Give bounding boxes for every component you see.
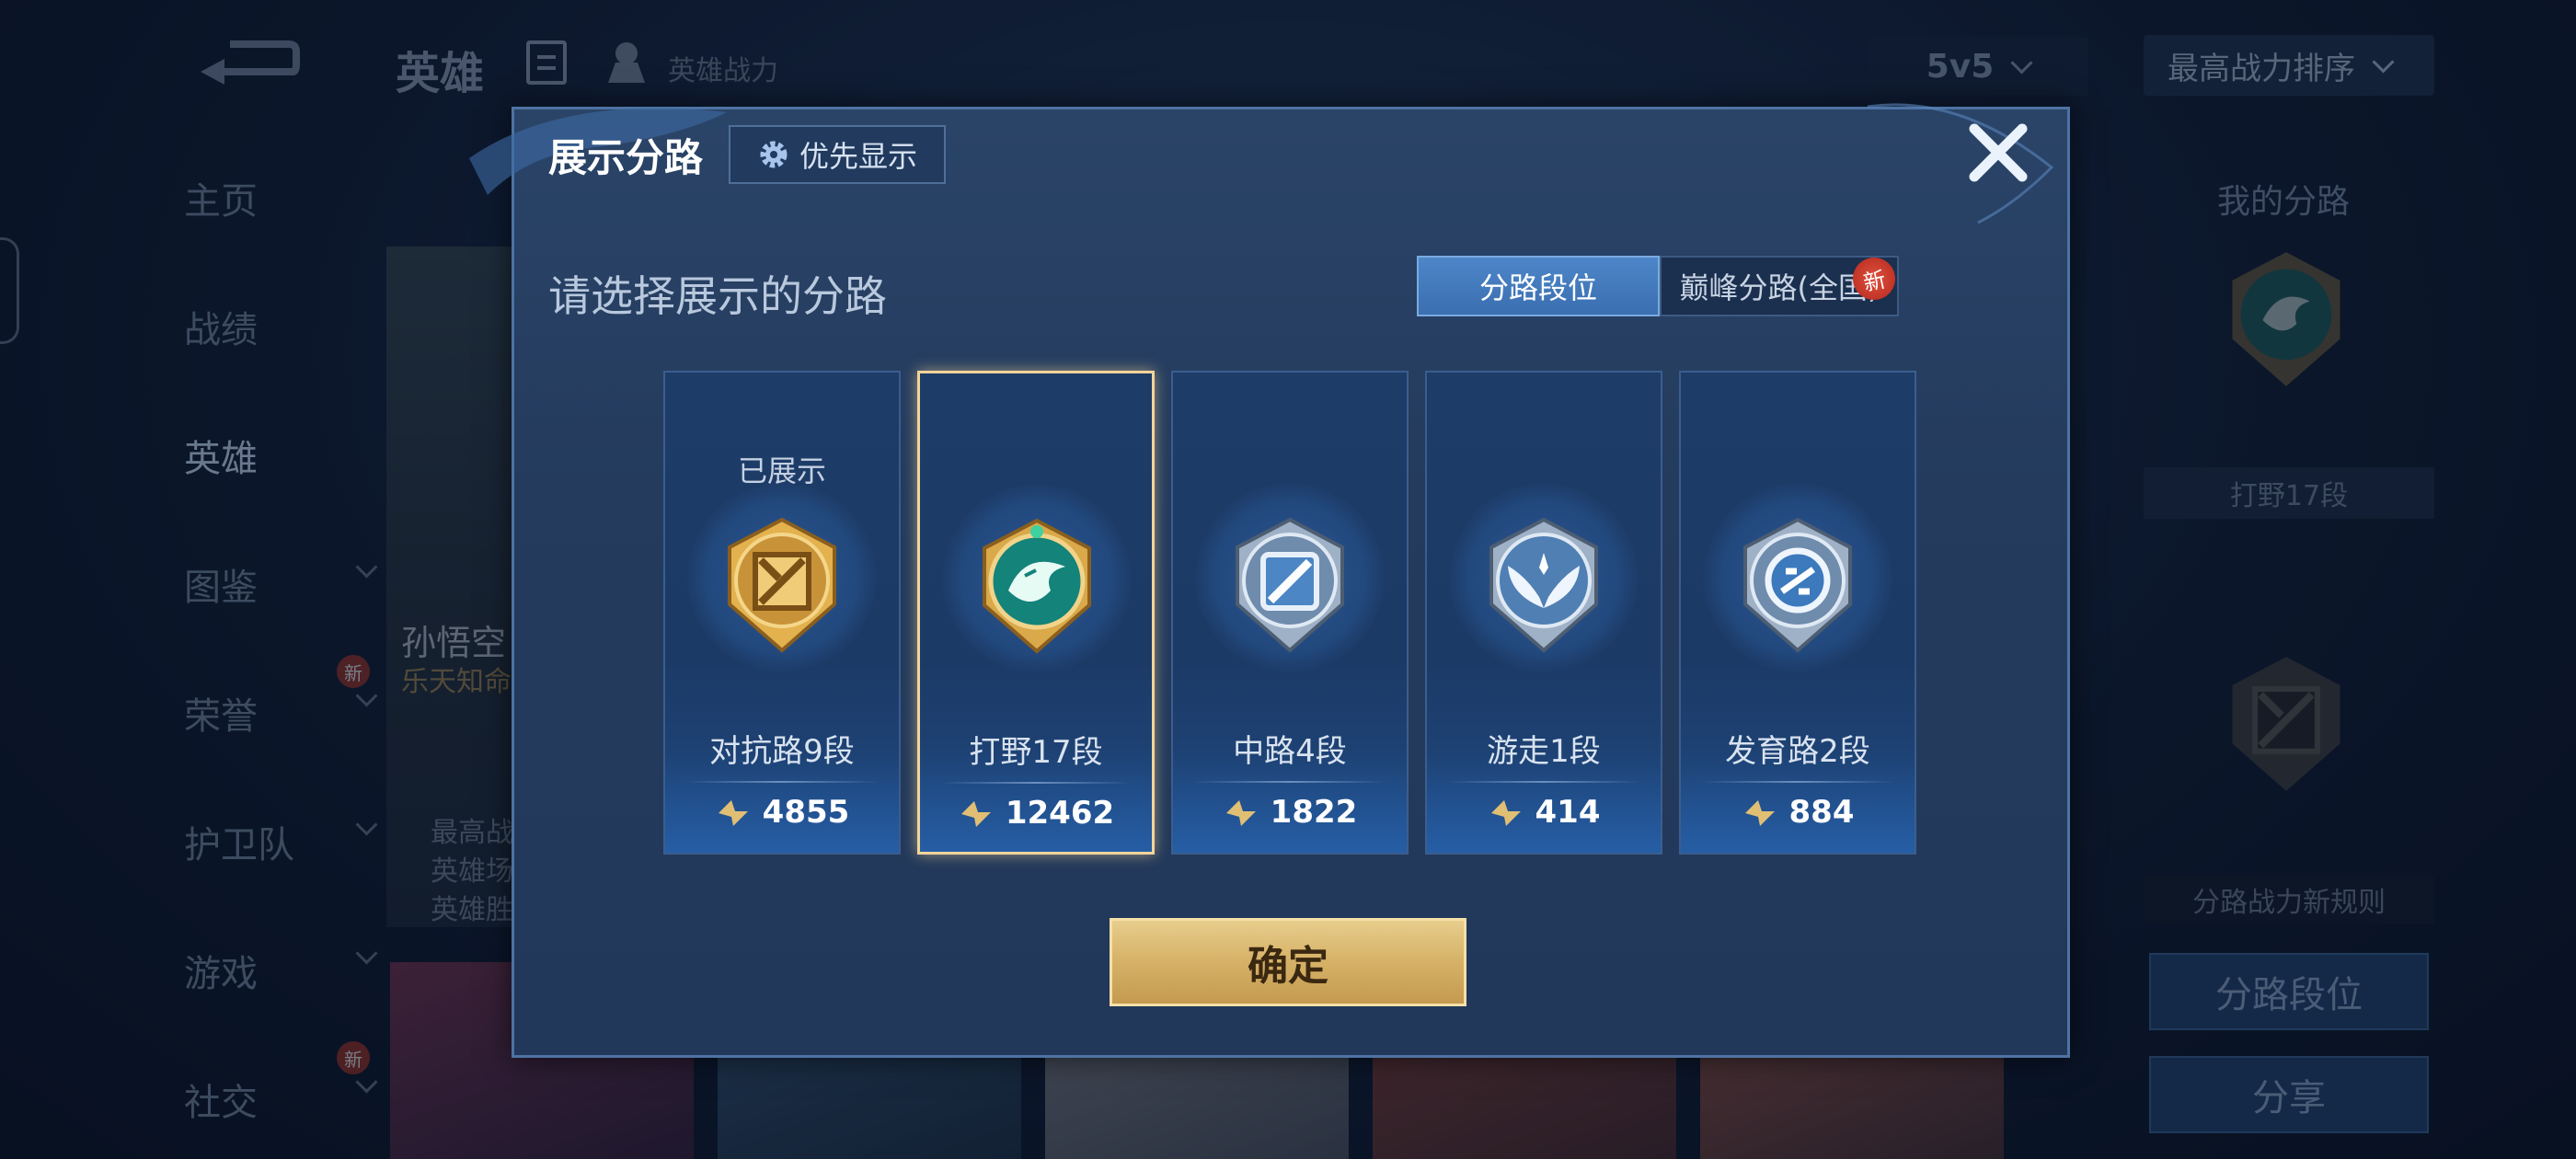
divider: [1193, 781, 1386, 783]
lane-power: 414: [1427, 794, 1661, 831]
dialog-subtitle: 请选择展示的分路: [548, 271, 887, 321]
lane-card-jungle[interactable]: 打野17段 12462: [917, 371, 1155, 855]
close-icon: [1969, 123, 2028, 182]
lane-power: 884: [1681, 794, 1915, 831]
power-icon: [960, 801, 991, 827]
lane-name: 中路4段: [1233, 733, 1347, 770]
close-button[interactable]: [1963, 118, 2033, 188]
farm-lane-emblem-icon: [1743, 517, 1852, 653]
priority-display-button[interactable]: 优先显示: [729, 125, 946, 184]
lane-power: 12462: [920, 795, 1152, 832]
divider: [1447, 781, 1640, 783]
lane-name: 游走1段: [1487, 733, 1601, 770]
priority-display-label: 优先显示: [799, 139, 917, 174]
divider: [1701, 781, 1894, 783]
lane-power-value: 4855: [762, 794, 850, 831]
gear-icon: [760, 141, 788, 168]
lane-name: 对抗路9段: [709, 733, 855, 770]
lane-card-roam[interactable]: 游走1段 414: [1425, 371, 1662, 855]
divider: [940, 782, 1132, 784]
lane-power: 4855: [665, 794, 899, 831]
mid-lane-emblem-icon: [1236, 517, 1344, 653]
lane-card-farm[interactable]: 发育路2段 884: [1679, 371, 1916, 855]
confirm-button[interactable]: 确定: [1110, 918, 1466, 1006]
lane-card-glow-0[interactable]: 已展示 对抗路9段 4855: [663, 371, 901, 855]
lane-power: 1822: [1173, 794, 1407, 831]
dialog-title: 展示分路: [548, 135, 704, 180]
lane-display-dialog: 已展示 对抗路9段 4855 打野17段 12462 中路4段 1822 游走1…: [512, 107, 2070, 1058]
lane-power-value: 414: [1535, 794, 1601, 831]
lane-name: 打野17段: [969, 734, 1103, 771]
lane-name: 发育路2段: [1725, 733, 1870, 770]
power-icon: [718, 800, 748, 826]
tab-lane-rank[interactable]: 分路段位: [1417, 256, 1660, 316]
divider: [685, 781, 879, 783]
power-icon: [1744, 800, 1775, 826]
power-icon: [1490, 800, 1521, 826]
lane-power-value: 884: [1788, 794, 1855, 831]
roam-emblem-icon: [1489, 517, 1598, 653]
clash-lane-emblem-icon: [728, 517, 836, 653]
lane-power-value: 1822: [1270, 794, 1358, 831]
lane-power-value: 12462: [1005, 795, 1115, 832]
lane-card-mid[interactable]: 中路4段 1822: [1171, 371, 1409, 855]
jungle-emblem-icon: [983, 518, 1091, 654]
power-icon: [1225, 800, 1256, 826]
